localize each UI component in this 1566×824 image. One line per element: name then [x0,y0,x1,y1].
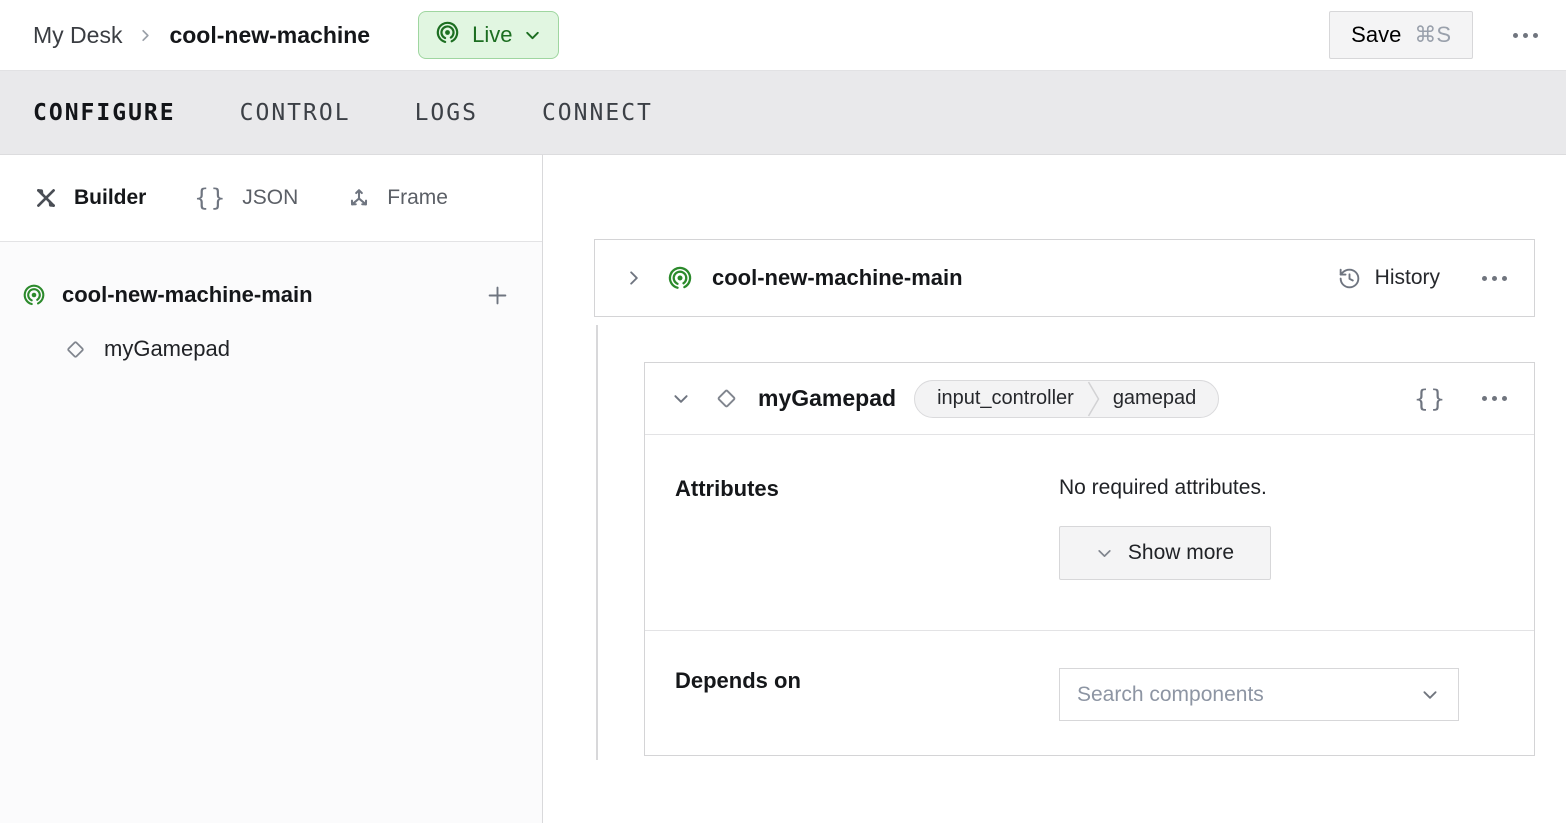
tab-configure[interactable]: CONFIGURE [33,100,176,126]
component-tree: cool-new-machine-main myGamepad [0,242,542,823]
live-broadcast-icon [435,20,460,51]
topbar-overflow-menu-icon[interactable] [1513,33,1538,38]
tab-control[interactable]: CONTROL [240,100,351,126]
history-clock-icon [1337,266,1362,291]
frame-axes-icon [346,185,372,211]
save-button-label: Save [1351,22,1401,48]
depends-on-heading: Depends on [675,668,1059,755]
tools-icon [33,185,59,211]
tree-component-label: myGamepad [104,336,230,362]
mode-frame-label: Frame [387,186,448,210]
machine-part-icon [667,265,693,291]
depends-on-content [1059,668,1504,755]
component-diamond-icon [63,337,88,362]
view-mode-switcher: Builder {} JSON Frame [0,155,542,242]
breadcrumb-current: cool-new-machine [169,22,370,49]
depends-on-select[interactable] [1059,668,1459,721]
component-model: gamepad [1113,387,1196,410]
component-card-menu-icon[interactable] [1482,396,1507,401]
tree-machine-label: cool-new-machine-main [62,282,313,308]
breadcrumb: My Desk cool-new-machine [33,22,370,49]
component-diamond-icon [713,385,740,412]
chevron-down-icon [524,27,541,44]
show-more-label: Show more [1128,541,1234,565]
machine-part-icon [22,283,46,307]
config-main-panel: cool-new-machine-main History [543,155,1566,823]
braces-icon: {} [194,184,227,212]
machine-card-menu-icon[interactable] [1482,276,1507,281]
config-sidebar: Builder {} JSON Frame [0,155,543,823]
component-card-header: myGamepad input_controller gamepad {} [645,363,1534,435]
tree-item-component[interactable]: myGamepad [0,323,542,375]
component-type-badge: input_controller gamepad [914,380,1219,418]
attributes-empty-message: No required attributes. [1059,476,1504,500]
machine-part-card-title: cool-new-machine-main [712,265,963,291]
collapse-chevron-right-icon[interactable] [625,269,643,287]
mode-builder-label: Builder [74,186,146,210]
chevron-right-icon [138,28,153,43]
save-button[interactable]: Save ⌘S [1329,11,1473,59]
mode-json-label: JSON [242,186,298,210]
component-type: input_controller [937,387,1074,410]
depends-on-section: Depends on [645,631,1534,755]
attributes-section: Attributes No required attributes. Show … [645,435,1534,631]
chevron-down-icon [1421,686,1439,704]
status-label: Live [472,22,512,48]
main-tab-bar: CONFIGURE CONTROL LOGS CONNECT [0,71,1566,155]
save-shortcut-hint: ⌘S [1414,22,1451,48]
chevron-down-icon [1096,545,1113,562]
content-area: Builder {} JSON Frame [0,155,1566,823]
component-card: myGamepad input_controller gamepad {} At… [644,362,1535,756]
tree-item-machine-part[interactable]: cool-new-machine-main [0,267,542,323]
machine-status-badge[interactable]: Live [418,11,559,59]
edit-json-icon[interactable]: {} [1414,385,1447,413]
component-card-title: myGamepad [758,385,896,412]
breadcrumb-parent[interactable]: My Desk [33,22,122,49]
collapse-chevron-down-icon[interactable] [672,390,690,408]
history-button[interactable]: History [1337,266,1440,291]
attributes-heading: Attributes [675,476,1059,630]
tab-logs[interactable]: LOGS [415,100,478,126]
search-components-input[interactable] [1077,683,1421,707]
machine-part-card: cool-new-machine-main History [594,239,1535,317]
top-bar: My Desk cool-new-machine Live Save ⌘S [0,0,1566,71]
mode-json[interactable]: {} JSON [194,184,298,212]
card-connector-line [596,325,598,760]
badge-divider-icon [1087,381,1100,417]
show-more-button[interactable]: Show more [1059,526,1271,580]
mode-frame[interactable]: Frame [346,185,448,211]
tab-connect[interactable]: CONNECT [542,100,653,126]
add-component-button[interactable] [484,282,511,309]
history-button-label: History [1375,266,1440,290]
mode-builder[interactable]: Builder [33,185,146,211]
attributes-content: No required attributes. Show more [1059,476,1504,630]
